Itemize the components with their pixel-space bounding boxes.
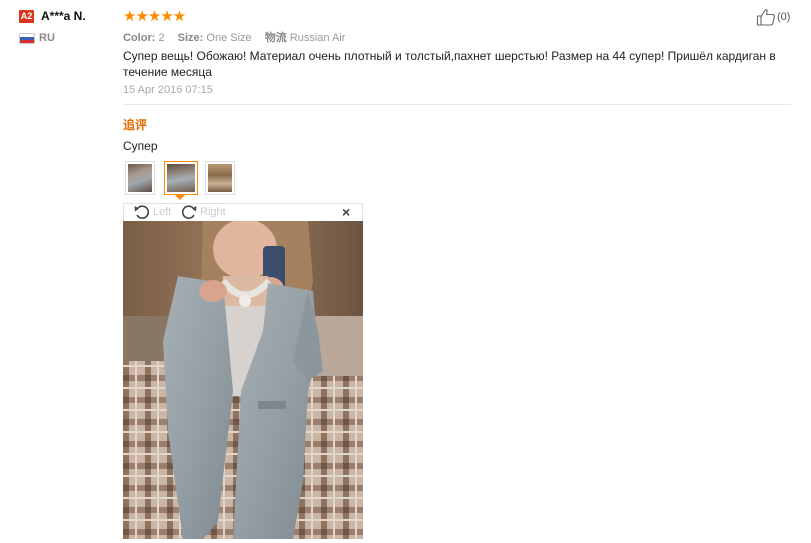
helpful-count[interactable]: (0) [777, 11, 790, 23]
review-photo-thumbnail-selected[interactable] [164, 161, 198, 195]
reviewer-level-badge: A2 [19, 10, 34, 23]
rotate-left-icon[interactable] [133, 204, 151, 220]
shipping-value: Russian Air [289, 32, 346, 44]
rotate-right-label[interactable]: Right [200, 206, 226, 218]
russia-flag-icon [19, 33, 35, 44]
followup-text: Супер [123, 139, 158, 153]
review-date: 15 Apr 2016 07:15 [123, 84, 213, 96]
reviewer-country: RU [39, 32, 55, 44]
review-text: Супер вещь! Обожаю! Материал очень плотн… [123, 49, 776, 79]
review-photo-thumbnail[interactable] [205, 161, 235, 195]
rotate-right-icon[interactable] [180, 204, 198, 220]
close-icon[interactable]: × [342, 205, 350, 219]
review-photo-large [123, 221, 363, 539]
followup-label: 追评 [123, 118, 148, 132]
color-label: Color: [123, 32, 156, 44]
rotate-left-label[interactable]: Left [153, 206, 171, 218]
divider [123, 104, 791, 105]
reviewer-name: A***a N. [41, 9, 86, 23]
order-info: Color: 2 Size: One Size 物流 Russian Air [123, 29, 345, 45]
size-label: Size: [177, 32, 204, 44]
star-rating: ★★★★★ [123, 8, 186, 25]
shipping-label: 物流 [264, 32, 287, 44]
review-photo-thumbnail[interactable] [125, 161, 155, 195]
selected-thumbnail-caret [175, 195, 185, 200]
size-value: One Size [206, 32, 252, 44]
color-value: 2 [158, 32, 165, 44]
thumbs-up-icon[interactable] [756, 8, 776, 26]
